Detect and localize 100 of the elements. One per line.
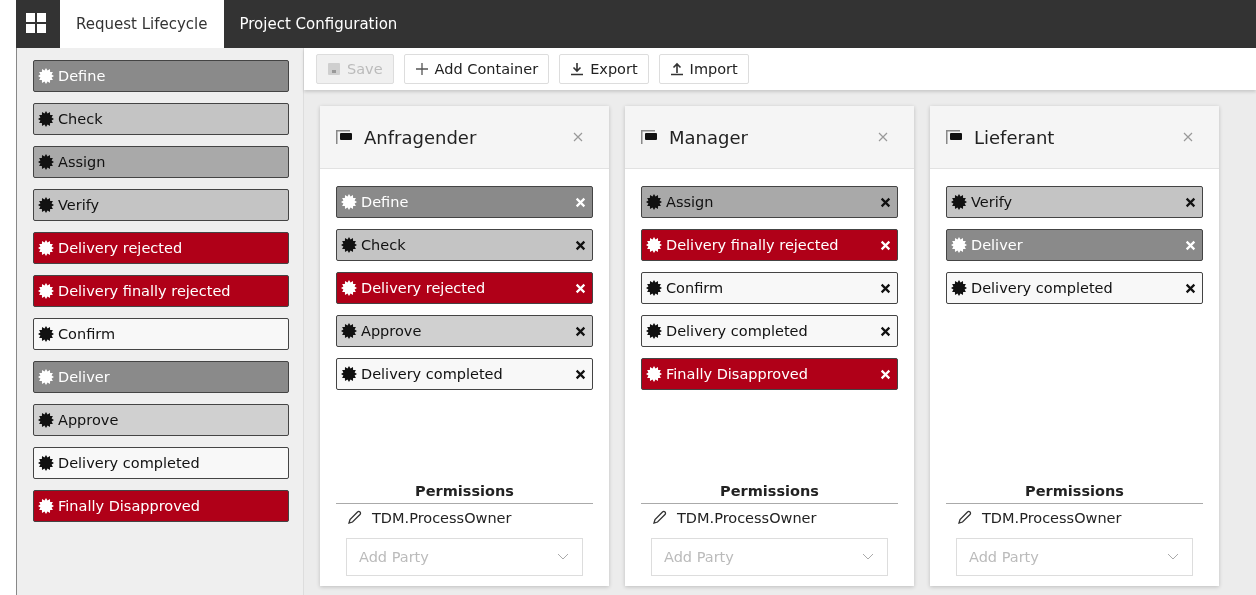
permissions-heading: Permissions	[336, 483, 593, 504]
state-label: Approve	[361, 323, 423, 339]
state-chip[interactable]: Approve	[336, 315, 593, 347]
state-label: Deliver	[971, 237, 1024, 253]
app-grid-icon[interactable]	[26, 13, 46, 33]
state-chip[interactable]: Delivery finally rejected	[641, 229, 898, 261]
pencil-icon[interactable]	[346, 510, 362, 526]
plus-icon	[414, 62, 429, 76]
flag-icon	[946, 130, 964, 144]
state-chip[interactable]: Delivery completed	[641, 315, 898, 347]
state-icon	[38, 111, 54, 127]
remove-icon[interactable]	[1185, 282, 1196, 294]
state-chip[interactable]: Verify	[33, 189, 289, 221]
close-icon[interactable]	[1183, 132, 1193, 142]
state-label: Approve	[58, 412, 119, 428]
state-chip[interactable]: Delivery completed	[946, 272, 1203, 304]
state-chip[interactable]: Delivery completed	[336, 358, 593, 390]
close-icon[interactable]	[878, 132, 888, 142]
state-label: Delivery rejected	[58, 240, 183, 256]
flag-icon	[336, 130, 354, 144]
state-icon	[341, 194, 357, 210]
state-icon	[38, 240, 54, 256]
state-icon	[951, 194, 967, 210]
state-icon	[646, 280, 662, 296]
download-icon	[570, 62, 585, 76]
remove-icon[interactable]	[880, 282, 891, 294]
state-chip[interactable]: Approve	[33, 404, 289, 436]
state-chip[interactable]: Delivery completed	[33, 447, 289, 479]
state-icon	[646, 194, 662, 210]
state-icon	[38, 326, 54, 342]
state-icon	[951, 237, 967, 253]
permission-role: TDM.ProcessOwner	[677, 510, 817, 526]
chevron-down-icon	[1167, 553, 1179, 561]
state-chip[interactable]: Verify	[946, 186, 1203, 218]
state-label: Delivery finally rejected	[666, 237, 840, 253]
state-label: Delivery completed	[361, 366, 504, 382]
state-chip[interactable]: Check	[33, 103, 289, 135]
state-chip[interactable]: Delivery rejected	[33, 232, 289, 264]
pencil-icon[interactable]	[651, 510, 667, 526]
state-label: Delivery completed	[666, 323, 809, 339]
state-chip[interactable]: Assign	[33, 146, 289, 178]
state-chip[interactable]: Confirm	[33, 318, 289, 350]
state-chip[interactable]: Confirm	[641, 272, 898, 304]
chevron-down-icon	[862, 553, 874, 561]
close-icon[interactable]	[573, 132, 583, 142]
state-icon	[38, 283, 54, 299]
pencil-icon[interactable]	[956, 510, 972, 526]
state-label: Delivery finally rejected	[58, 283, 231, 299]
permissions-heading: Permissions	[641, 483, 898, 504]
state-icon	[38, 498, 54, 514]
state-icon	[38, 197, 54, 213]
toolbar-button[interactable]: Export	[559, 54, 649, 84]
state-icon	[646, 323, 662, 339]
container-title: Manager	[669, 126, 749, 148]
state-chip[interactable]: Finally Disapproved	[641, 358, 898, 390]
container-title: Anfragender	[364, 126, 478, 148]
state-chip[interactable]: Assign	[641, 186, 898, 218]
flag-icon	[641, 130, 659, 144]
state-label: Assign	[666, 194, 715, 210]
state-label: Finally Disapproved	[666, 366, 809, 382]
state-label: Delivery completed	[58, 455, 200, 471]
state-label: Finally Disapproved	[58, 498, 200, 514]
remove-icon[interactable]	[880, 325, 891, 337]
state-label: Assign	[58, 154, 106, 170]
container-title: Lieferant	[974, 126, 1056, 148]
chevron-down-icon	[557, 553, 569, 561]
state-icon	[341, 280, 357, 296]
remove-icon[interactable]	[575, 368, 586, 380]
permission-role: TDM.ProcessOwner	[982, 510, 1122, 526]
toolbar-button[interactable]: Add Container	[403, 54, 550, 84]
state-icon	[341, 323, 357, 339]
state-label: Define	[361, 194, 410, 210]
permissions-heading: Permissions	[946, 483, 1203, 504]
remove-icon[interactable]	[575, 239, 586, 251]
state-label: Delivery completed	[971, 280, 1114, 296]
remove-icon[interactable]	[575, 325, 586, 337]
state-chip[interactable]: Check	[336, 229, 593, 261]
add-party-dropdown[interactable]: Add Party	[346, 538, 583, 576]
remove-icon[interactable]	[1185, 196, 1196, 208]
state-label: Verify	[971, 194, 1014, 210]
add-party-dropdown[interactable]: Add Party	[651, 538, 888, 576]
state-label: Check	[361, 237, 407, 253]
tab[interactable]: Project Configuration	[223, 0, 414, 48]
save-icon	[327, 62, 341, 76]
state-icon	[38, 412, 54, 428]
permission-role: TDM.ProcessOwner	[372, 510, 512, 526]
state-icon	[38, 455, 54, 471]
add-party-dropdown[interactable]: Add Party	[956, 538, 1193, 576]
state-icon	[38, 369, 54, 385]
tab[interactable]: Request Lifecycle	[60, 0, 224, 48]
state-label: Verify	[58, 197, 100, 213]
state-label: Confirm	[58, 326, 116, 342]
state-chip[interactable]: Delivery rejected	[336, 272, 593, 304]
state-chip[interactable]: Delivery finally rejected	[33, 275, 289, 307]
state-icon	[951, 280, 967, 296]
upload-icon	[669, 62, 684, 76]
state-icon	[341, 366, 357, 382]
remove-icon[interactable]	[880, 196, 891, 208]
toolbar-button[interactable]: Import	[658, 54, 749, 84]
state-chip[interactable]: Finally Disapproved	[33, 490, 289, 522]
